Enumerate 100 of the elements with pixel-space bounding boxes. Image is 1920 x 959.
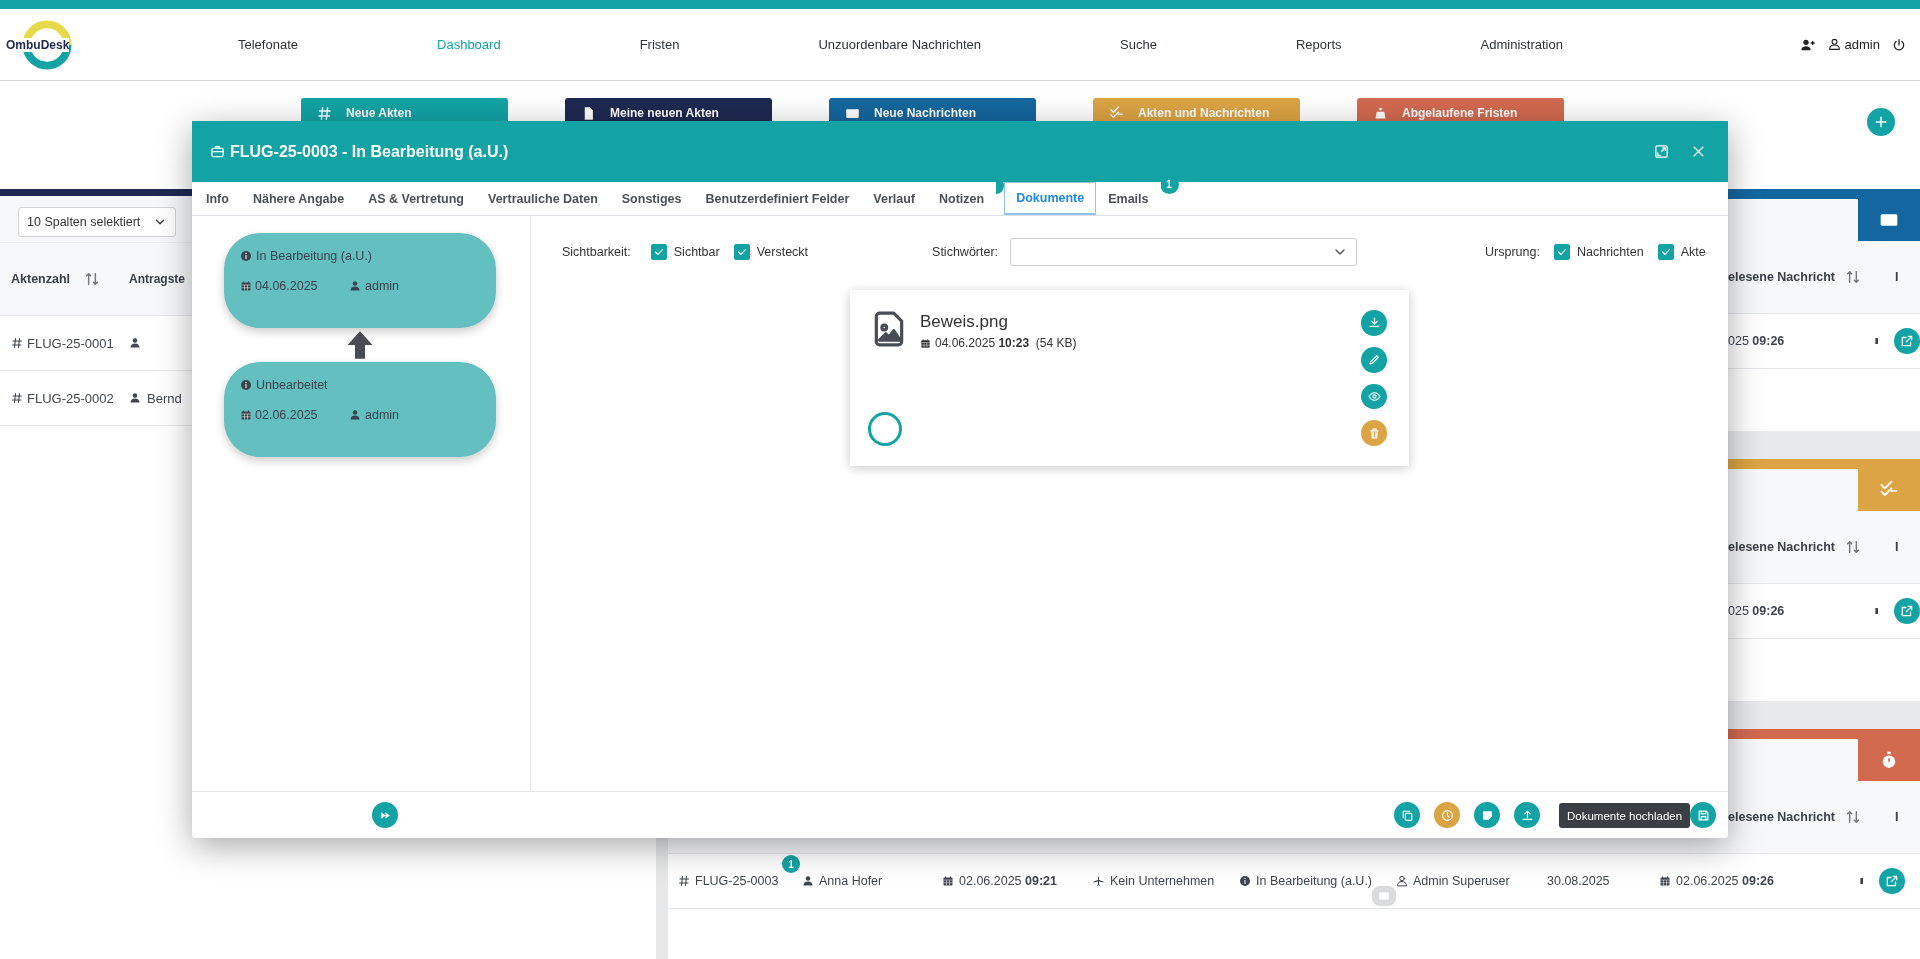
external-link-icon xyxy=(1885,874,1899,888)
plus-icon xyxy=(1873,114,1889,130)
calendar-icon xyxy=(240,280,252,292)
close-icon[interactable] xyxy=(1691,144,1706,159)
person-icon xyxy=(349,280,361,292)
table-cell: Kein Unternehmen xyxy=(1110,874,1215,888)
file-name: Beweis.png xyxy=(920,312,1009,332)
table-cell: FLUG-25-0003 xyxy=(695,874,779,888)
filter-label: Stichwörter: xyxy=(932,245,999,259)
hash-icon xyxy=(11,337,23,349)
save-button[interactable] xyxy=(1690,802,1716,828)
table-cell: Anna Hofer xyxy=(819,874,883,888)
airplane-icon xyxy=(1092,874,1105,888)
logo-text: OmbuDesk xyxy=(6,37,70,52)
file-meta: 04.06.2025 10:23 (54 KB) xyxy=(935,336,1077,350)
clock-button[interactable] xyxy=(1434,802,1460,828)
person-icon xyxy=(802,875,814,887)
user-icon xyxy=(1396,875,1408,887)
checkbox-label[interactable]: Nachrichten xyxy=(1576,245,1644,259)
pencil-icon xyxy=(1367,353,1381,367)
column-header[interactable]: elesene Nachricht xyxy=(1728,270,1835,284)
checkbox-label[interactable]: Akte xyxy=(1680,245,1706,259)
download-icon xyxy=(1367,316,1381,330)
filter-label: Ursprung: xyxy=(1485,245,1540,259)
table-cell: FLUG-25-0002 xyxy=(27,390,114,406)
open-external-button[interactable] xyxy=(1894,328,1920,354)
hash-icon xyxy=(11,392,23,404)
nav-link[interactable]: Administration xyxy=(1480,37,1563,52)
download-button[interactable] xyxy=(1361,310,1387,336)
open-external-button[interactable] xyxy=(1879,868,1905,894)
money-bag-icon xyxy=(1373,106,1388,121)
table-cell-text: 025 09:26 xyxy=(1728,604,1786,618)
nav-link[interactable]: Unzuordenbare Nachrichten xyxy=(818,37,982,52)
tab[interactable]: Dokumente xyxy=(1004,182,1097,215)
loading-ring xyxy=(868,412,902,446)
eye-icon xyxy=(1367,389,1381,403)
upload-icon xyxy=(1520,808,1534,822)
envelope-icon xyxy=(1378,890,1390,902)
user-text: admin xyxy=(365,279,400,293)
calendar-icon xyxy=(240,409,252,421)
filter-label: Sichtbarkeit: xyxy=(562,245,631,259)
nav-link[interactable]: Telefonate xyxy=(238,37,298,52)
user-icon xyxy=(1827,38,1841,51)
eye-button[interactable] xyxy=(1361,383,1387,410)
info-icon xyxy=(240,250,252,262)
person-icon xyxy=(129,337,141,349)
calendar-icon xyxy=(920,337,931,349)
checkbox-label[interactable]: Sichtbar xyxy=(673,245,720,259)
checkbox[interactable] xyxy=(1553,244,1570,260)
column-header[interactable]: Aktenzahl xyxy=(11,272,71,286)
sort-icon xyxy=(1845,539,1861,555)
user-name[interactable]: admin xyxy=(1844,37,1880,52)
person-icon xyxy=(129,392,141,404)
logout-icon[interactable] xyxy=(1892,37,1906,52)
pencil-button[interactable] xyxy=(1361,346,1387,373)
trash-icon xyxy=(1367,426,1381,440)
table-cell-text: 025 09:26 xyxy=(1728,334,1786,348)
upload-button[interactable] xyxy=(1514,802,1540,828)
external-link-icon xyxy=(1900,334,1914,348)
tooltip: Dokumente hochladen xyxy=(1559,803,1691,828)
hash-icon xyxy=(317,106,332,121)
briefcase-icon xyxy=(210,144,225,159)
delete-button[interactable] xyxy=(1361,420,1387,446)
note-button[interactable] xyxy=(1474,802,1500,828)
checkbox-label[interactable]: Versteckt xyxy=(756,245,809,259)
column-header: I xyxy=(1895,270,1899,284)
check-icon xyxy=(1555,246,1568,258)
nav-link[interactable]: Fristen xyxy=(639,37,680,52)
open-external-button[interactable] xyxy=(1894,598,1920,624)
envelope-icon xyxy=(845,106,860,121)
fast-forward-button[interactable] xyxy=(372,802,398,828)
table-cell: Bernd xyxy=(147,390,182,406)
copy-button[interactable] xyxy=(1394,802,1420,828)
column-header[interactable]: elesene Nachricht xyxy=(1728,810,1835,824)
double-check-icon xyxy=(1109,106,1124,121)
table-cell: Admin Superuser xyxy=(1413,874,1510,888)
column-header[interactable]: elesene Nachricht xyxy=(1728,540,1835,554)
column-header[interactable]: Antragste xyxy=(129,272,185,286)
clock-icon xyxy=(1440,808,1454,822)
person-icon xyxy=(349,409,361,421)
status-text: In Bearbeitung (a.U.) xyxy=(256,249,373,263)
user-text: admin xyxy=(365,408,400,422)
note-icon xyxy=(1480,808,1494,822)
count-badge: 1 xyxy=(782,855,800,873)
date-text: 04.06.2025 xyxy=(255,279,318,293)
nav-link[interactable]: Reports xyxy=(1296,37,1342,52)
keyword-select[interactable] xyxy=(1010,238,1358,266)
check-icon xyxy=(1659,246,1672,258)
hash-icon xyxy=(678,875,690,887)
checkbox[interactable] xyxy=(1657,244,1674,260)
checkbox[interactable] xyxy=(650,244,667,260)
nav-link[interactable]: Suche xyxy=(1120,37,1157,52)
column-select[interactable]: 10 Spalten selektiert xyxy=(18,207,176,237)
date-text: 02.06.2025 xyxy=(255,408,318,422)
checkbox[interactable] xyxy=(733,244,750,260)
add-button[interactable] xyxy=(1867,108,1895,136)
status-text: Unbearbeitet xyxy=(256,378,328,392)
dialog-title: FLUG-25-0003 - In Bearbeitung (a.U.) xyxy=(230,142,509,161)
expand-icon[interactable] xyxy=(1654,144,1669,159)
info-icon xyxy=(240,379,252,391)
